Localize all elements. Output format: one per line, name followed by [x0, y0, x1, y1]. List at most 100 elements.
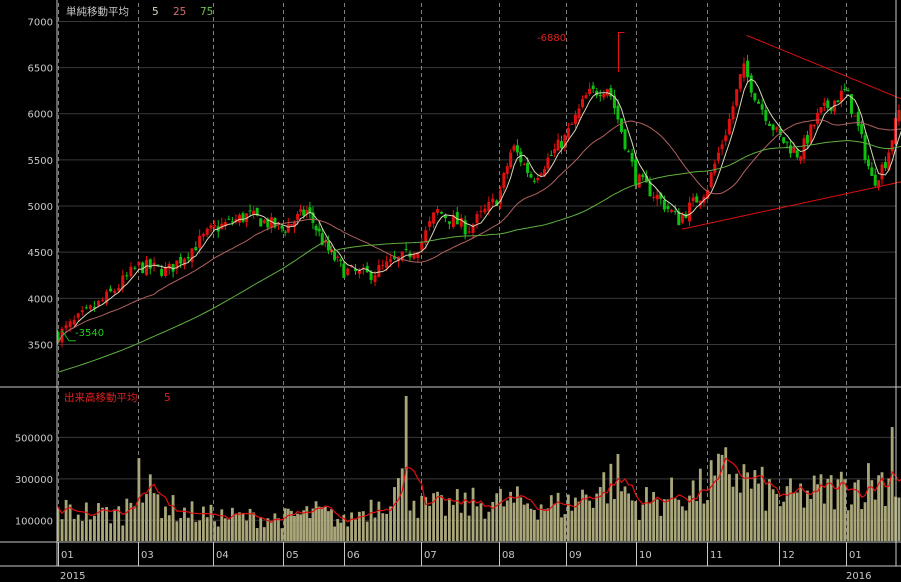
volume-bar	[588, 500, 592, 541]
candle-body	[883, 162, 887, 169]
volume-bar	[516, 486, 519, 541]
candle-body	[598, 94, 602, 97]
price-tick-label: 5500	[28, 156, 53, 167]
candle-body	[627, 151, 631, 153]
volume-bar	[731, 486, 735, 541]
volume-bar	[856, 479, 860, 541]
volume-bar	[495, 493, 499, 541]
candle-body	[662, 200, 666, 210]
volume-bar	[314, 501, 318, 541]
candle-body	[826, 100, 830, 108]
volume-bar	[308, 518, 312, 541]
volume-bar	[727, 474, 731, 541]
volume-bar	[467, 515, 471, 541]
candle-body	[447, 221, 451, 224]
volume-bar	[532, 509, 536, 541]
candle-body	[289, 224, 293, 226]
volume-bar	[171, 495, 175, 541]
candle-body	[695, 196, 699, 203]
candle-body	[836, 100, 840, 103]
volume-bar	[778, 506, 782, 541]
candle-body	[526, 162, 530, 173]
volume-bar	[863, 502, 867, 541]
year-label: 2016	[846, 571, 871, 582]
volume-bar	[350, 512, 354, 541]
volume-bar	[735, 473, 739, 541]
volume-bar	[252, 512, 256, 541]
candle-body	[194, 247, 198, 251]
volume-bar	[400, 468, 404, 541]
candle-body	[420, 241, 424, 251]
volume-bar	[475, 506, 479, 541]
volume-bar	[666, 499, 670, 541]
candle-body	[539, 173, 543, 176]
candle-body	[529, 174, 533, 178]
candle-body	[483, 208, 487, 213]
volume-bar	[512, 502, 516, 541]
volume-bar	[713, 475, 717, 541]
candle-body	[377, 264, 381, 278]
volume-bar	[346, 526, 350, 541]
candle-body	[727, 118, 731, 135]
volume-bar	[455, 489, 459, 541]
volume-bar	[570, 510, 574, 541]
volume-bar	[97, 503, 100, 541]
volume-bar	[273, 513, 277, 541]
volume-bar	[584, 494, 588, 541]
candle-body	[630, 152, 634, 162]
candle-body	[432, 212, 436, 224]
candle-body	[80, 310, 84, 313]
candle-body	[201, 234, 205, 237]
candle-body	[125, 275, 129, 277]
volume-bar	[269, 520, 273, 541]
volume-bar	[428, 505, 432, 541]
month-tick-label: 01	[61, 550, 74, 561]
volume-bar	[365, 521, 369, 541]
volume-bar	[487, 511, 491, 541]
volume-bar	[451, 504, 455, 541]
candle-body	[641, 174, 645, 178]
volume-bar	[809, 498, 813, 541]
volume-bar	[330, 509, 333, 541]
volume-bar	[746, 472, 749, 541]
volume-bar	[440, 495, 443, 541]
volume-bar	[167, 515, 171, 541]
volume-bar	[412, 500, 416, 541]
candle-body	[775, 127, 779, 130]
volume-bar	[717, 453, 720, 541]
volume-bar	[782, 501, 786, 541]
volume-bar	[574, 497, 577, 541]
candle-body	[144, 260, 148, 276]
candle-body	[670, 209, 674, 212]
volume-bar	[887, 478, 891, 541]
volume-bar	[566, 494, 570, 541]
volume-bar	[757, 483, 760, 541]
candle-body	[186, 256, 190, 259]
volume-bar	[853, 482, 857, 541]
candle-body	[863, 135, 867, 160]
volume-bar	[673, 498, 677, 541]
candle-body	[591, 85, 595, 89]
candle-body	[581, 99, 585, 108]
candle-body	[771, 124, 775, 131]
volume-bar	[302, 510, 306, 541]
candle-body	[536, 177, 540, 181]
volume-bar	[160, 518, 164, 541]
volume-bar	[105, 507, 108, 541]
candle-body	[113, 290, 117, 293]
candle-body	[846, 90, 850, 92]
candle-body	[342, 263, 346, 278]
volume-bar	[698, 468, 702, 541]
candle-body	[573, 114, 577, 124]
candle-body	[559, 141, 563, 149]
candle-body	[843, 88, 847, 90]
volume-bar	[802, 507, 806, 541]
volume-bar	[648, 502, 652, 541]
volume-bar	[826, 478, 830, 541]
volume-bar	[93, 515, 96, 541]
volume-bar	[164, 506, 167, 541]
volume-bar	[890, 427, 894, 541]
price-legend-ma75: 75	[200, 6, 213, 18]
volume-tick-label: 300000	[15, 475, 53, 486]
candle-body	[64, 325, 68, 329]
